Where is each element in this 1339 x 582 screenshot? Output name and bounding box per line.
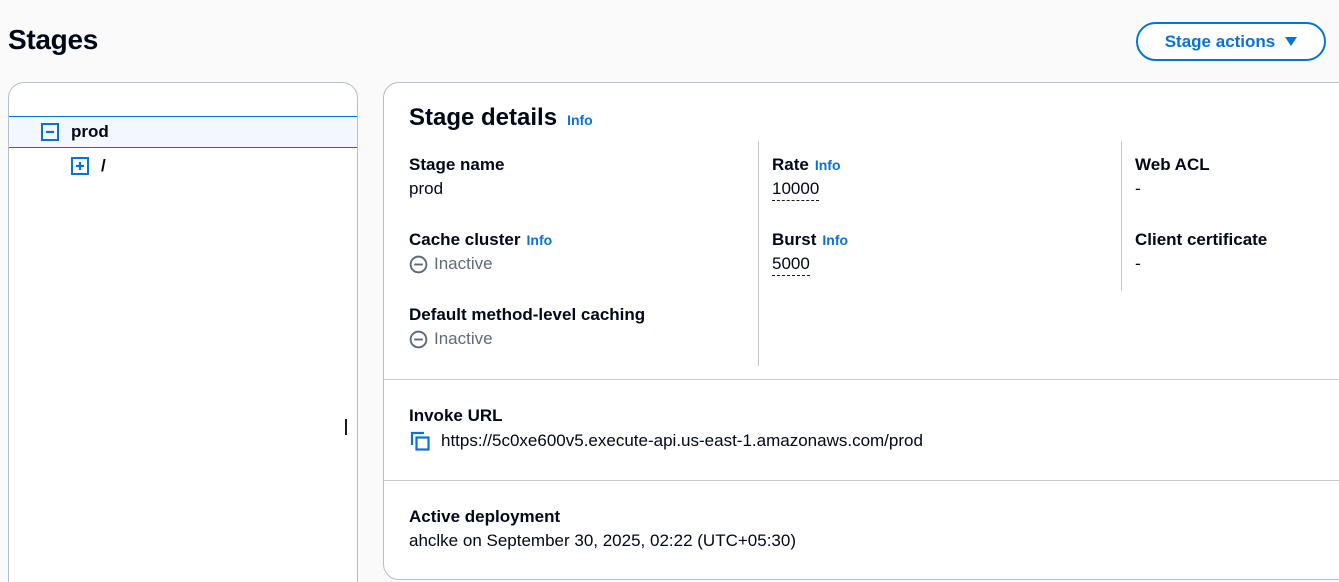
column-divider: [758, 141, 759, 366]
stage-name-value: prod: [409, 179, 444, 198]
web-acl-field: Web ACL -: [1135, 155, 1210, 199]
page-title: Stages: [8, 24, 99, 55]
burst-field: Burst Info 5000: [772, 230, 848, 276]
burst-info-link[interactable]: Info: [822, 232, 848, 248]
column-divider: [1121, 141, 1122, 291]
section-divider: [384, 379, 1339, 380]
active-deployment-value: ahclke on September 30, 2025, 02:22 (UTC…: [409, 531, 796, 550]
cache-cluster-label: Cache cluster: [409, 230, 521, 249]
default-caching-value: Inactive: [434, 329, 493, 348]
stages-page: Stages Stage actions prod / Stage detail…: [0, 0, 1339, 582]
client-certificate-label: Client certificate: [1135, 230, 1268, 249]
copy-icon[interactable]: [409, 430, 431, 452]
caret-down-icon: [1285, 36, 1298, 46]
status-stopped-icon: [409, 330, 428, 348]
stage-details-title: Stage details: [409, 104, 558, 131]
tree-item-label: /: [101, 156, 106, 175]
client-certificate-value: -: [1135, 254, 1141, 273]
rate-field: Rate Info 10000: [772, 155, 841, 201]
expand-icon[interactable]: [71, 157, 89, 175]
resize-handle[interactable]: [345, 419, 347, 435]
active-deployment-label: Active deployment: [409, 507, 561, 526]
tree-item-root-path[interactable]: /: [9, 150, 357, 182]
active-deployment-section: Active deployment ahclke on September 30…: [409, 507, 796, 551]
burst-label: Burst: [772, 230, 817, 249]
stages-tree-panel: prod /: [8, 82, 358, 582]
default-caching-field: Default method-level caching Inactive: [409, 305, 645, 349]
tree-item-label: prod: [71, 122, 109, 141]
web-acl-value: -: [1135, 179, 1141, 198]
stage-actions-label: Stage actions: [1164, 31, 1276, 51]
status-stopped-icon: [409, 255, 428, 273]
default-caching-label: Default method-level caching: [409, 305, 646, 324]
cache-cluster-value: Inactive: [434, 254, 493, 273]
collapse-icon[interactable]: [41, 123, 59, 141]
stage-details-heading: Stage details Info: [409, 104, 593, 132]
invoke-url-section: Invoke URL https://5c0xe600v5.execute-ap…: [409, 406, 923, 452]
tree-item-prod[interactable]: prod: [9, 116, 357, 148]
rate-info-link[interactable]: Info: [815, 157, 841, 173]
rate-label: Rate: [772, 155, 809, 174]
cache-cluster-info-link[interactable]: Info: [527, 232, 553, 248]
client-certificate-field: Client certificate -: [1135, 230, 1267, 274]
stage-actions-button[interactable]: Stage actions: [1136, 22, 1326, 61]
web-acl-label: Web ACL: [1135, 155, 1210, 174]
stage-details-panel: Stage details Info Stage name prod Cache…: [383, 82, 1339, 580]
stage-name-label: Stage name: [409, 155, 505, 174]
rate-value[interactable]: 10000: [772, 179, 820, 201]
section-divider: [384, 480, 1339, 481]
invoke-url-value[interactable]: https://5c0xe600v5.execute-api.us-east-1…: [441, 431, 923, 451]
stage-name-field: Stage name prod: [409, 155, 504, 199]
burst-value[interactable]: 5000: [772, 254, 810, 276]
cache-cluster-field: Cache cluster Info Inactive: [409, 230, 552, 274]
invoke-url-label: Invoke URL: [409, 406, 503, 425]
stage-details-info-link[interactable]: Info: [567, 112, 593, 128]
